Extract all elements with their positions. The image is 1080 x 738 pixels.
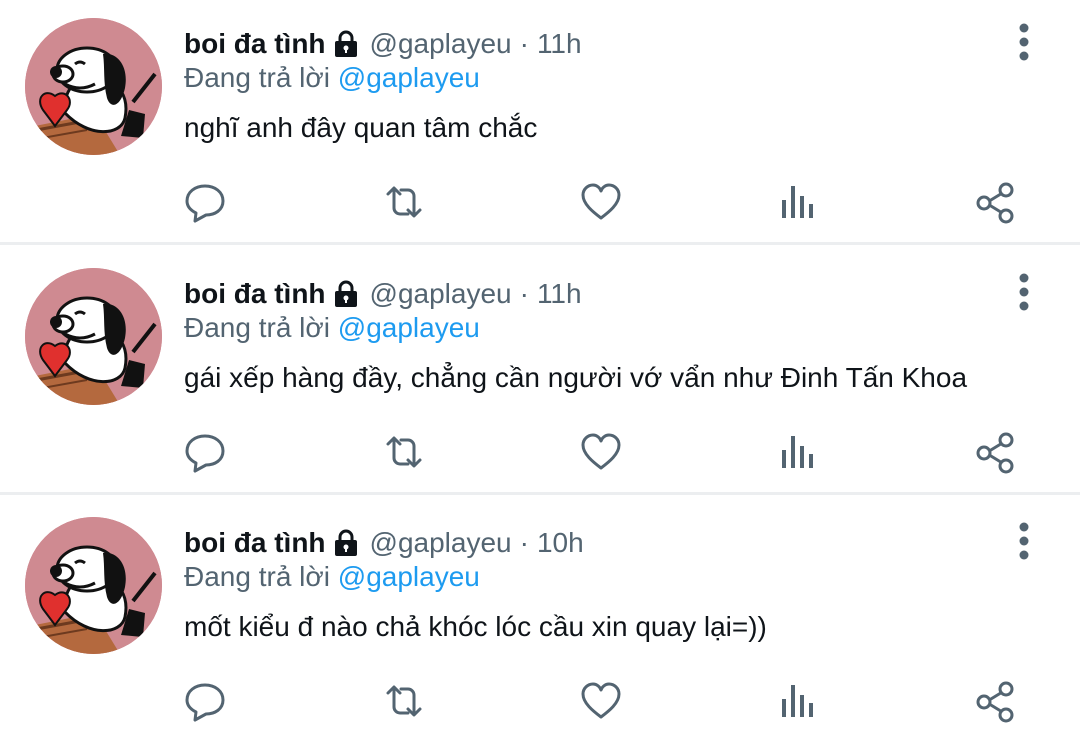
views-bar-chart-icon — [782, 685, 813, 717]
tweet-header: boi đa tình @gaplayeu · 11h — [184, 274, 582, 314]
reply-icon — [185, 683, 225, 722]
replying-to-handle-link[interactable]: @gaplayeu — [338, 561, 480, 592]
retweet-icon — [386, 436, 422, 468]
like-button[interactable] — [577, 412, 625, 492]
heart-icon — [581, 433, 621, 470]
timestamp[interactable]: 11h — [537, 28, 582, 60]
lock-icon — [334, 30, 357, 57]
tweet-actions — [0, 412, 1080, 492]
like-button[interactable] — [577, 661, 625, 738]
snoopy-avatar-image — [25, 517, 162, 654]
more-vertical-icon — [1019, 23, 1029, 61]
user-handle[interactable]: @gaplayeu — [370, 28, 512, 60]
retweet-icon — [386, 685, 422, 717]
like-button[interactable] — [577, 162, 625, 242]
replying-to-label: Đang trả lời — [184, 312, 330, 343]
more-options-button[interactable] — [1004, 20, 1044, 64]
replying-to-line: Đang trả lời @gaplayeu — [184, 561, 480, 593]
avatar[interactable] — [25, 18, 162, 155]
share-icon — [976, 432, 1014, 474]
user-handle[interactable]: @gaplayeu — [370, 527, 512, 559]
views-bar-chart-icon — [782, 436, 813, 468]
reply-button[interactable] — [181, 661, 229, 738]
reply-button[interactable] — [181, 162, 229, 242]
snoopy-avatar-image — [25, 18, 162, 155]
reply-icon — [185, 434, 225, 473]
avatar[interactable] — [25, 268, 162, 405]
reply-button[interactable] — [181, 412, 229, 492]
retweet-icon — [386, 186, 422, 218]
timestamp[interactable]: 10h — [537, 527, 584, 559]
views-button[interactable] — [773, 412, 821, 492]
tweet-actions — [0, 661, 1080, 738]
timestamp[interactable]: 11h — [537, 278, 582, 310]
lock-icon — [334, 280, 357, 307]
tweet-text: nghĩ anh đây quan tâm chắc — [184, 112, 538, 143]
tweet-divider — [0, 492, 1080, 495]
user-handle[interactable]: @gaplayeu — [370, 278, 512, 310]
retweet-button[interactable] — [380, 412, 428, 492]
views-button[interactable] — [773, 162, 821, 242]
separator-dot: · — [519, 278, 529, 309]
tweet-text: gái xếp hàng đầy, chẳng cần người vớ vẩn… — [184, 362, 968, 393]
views-bar-chart-icon — [782, 186, 813, 218]
share-icon — [976, 681, 1014, 723]
replying-to-handle-link[interactable]: @gaplayeu — [338, 62, 480, 93]
more-vertical-icon — [1019, 522, 1029, 560]
heart-icon — [581, 183, 621, 220]
share-button[interactable] — [971, 162, 1019, 242]
retweet-button[interactable] — [380, 661, 428, 738]
tweet-divider — [0, 242, 1080, 245]
more-options-button[interactable] — [1004, 270, 1044, 314]
retweet-button[interactable] — [380, 162, 428, 242]
tweet-header: boi đa tình @gaplayeu · 10h — [184, 523, 584, 563]
share-button[interactable] — [971, 412, 1019, 492]
avatar[interactable] — [25, 517, 162, 654]
display-name[interactable]: boi đa tình — [184, 527, 326, 559]
tweet-header: boi đa tình @gaplayeu · 11h — [184, 24, 582, 64]
heart-icon — [581, 682, 621, 719]
separator-dot: · — [519, 28, 529, 59]
share-button[interactable] — [971, 661, 1019, 738]
more-vertical-icon — [1019, 273, 1029, 311]
reply-icon — [185, 184, 225, 223]
replying-to-line: Đang trả lời @gaplayeu — [184, 62, 480, 94]
tweet-feed: boi đa tình @gaplayeu · 11h Đang trả lời… — [0, 0, 1080, 738]
tweet-actions — [0, 162, 1080, 242]
share-icon — [976, 182, 1014, 224]
display-name[interactable]: boi đa tình — [184, 278, 326, 310]
tweet-text: mốt kiểu đ nào chả khóc lóc cầu xin quay… — [184, 611, 767, 642]
more-options-button[interactable] — [1004, 519, 1044, 563]
replying-to-label: Đang trả lời — [184, 561, 330, 592]
lock-icon — [334, 529, 357, 556]
separator-dot: · — [519, 527, 529, 558]
views-button[interactable] — [773, 661, 821, 738]
tweet[interactable]: boi đa tình @gaplayeu · 11h Đang trả lời… — [0, 250, 1080, 498]
display-name[interactable]: boi đa tình — [184, 28, 326, 60]
replying-to-handle-link[interactable]: @gaplayeu — [338, 312, 480, 343]
tweet[interactable]: boi đa tình @gaplayeu · 10h Đang trả lời… — [0, 499, 1080, 738]
replying-to-line: Đang trả lời @gaplayeu — [184, 312, 480, 344]
tweet[interactable]: boi đa tình @gaplayeu · 11h Đang trả lời… — [0, 0, 1080, 248]
snoopy-avatar-image — [25, 268, 162, 405]
replying-to-label: Đang trả lời — [184, 62, 330, 93]
